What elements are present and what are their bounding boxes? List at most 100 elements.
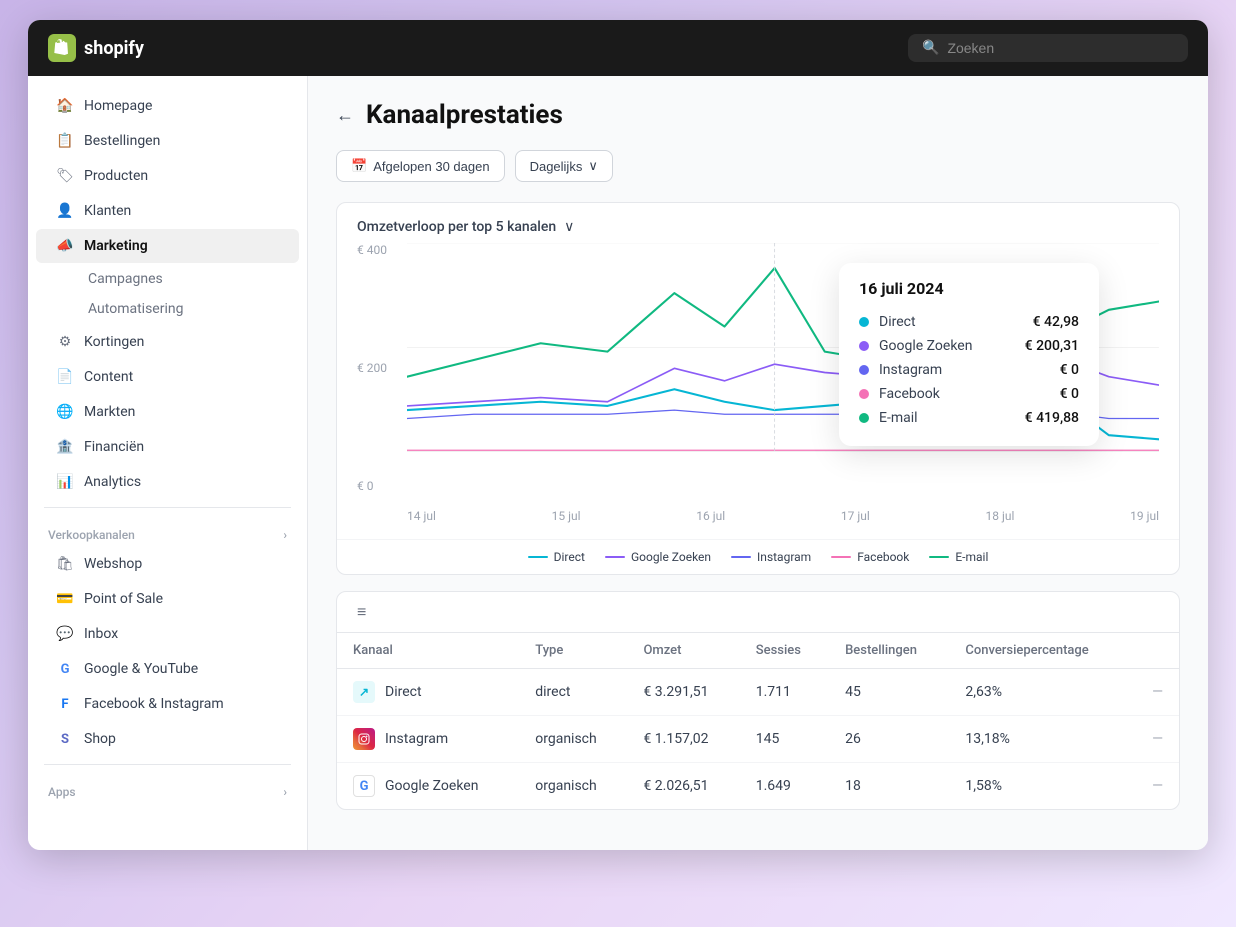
tooltip-label-google: Google Zoeken — [879, 338, 1015, 354]
apps-section: Apps › — [28, 773, 307, 803]
tooltip-dot-direct — [859, 317, 869, 327]
channel-name-direct: Direct — [385, 684, 422, 700]
conversie-instagram: 13,18% — [949, 716, 1129, 763]
chart-header[interactable]: Omzetverloop per top 5 kanalen ∨ — [337, 203, 1179, 243]
table-card: ≡ Kanaal Type Omzet Sessies Bestellingen… — [336, 591, 1180, 810]
sidebar-item-analytics[interactable]: 📊 Analytics — [36, 465, 299, 499]
google-channel-icon: G — [353, 775, 375, 797]
col-omzet: Omzet — [627, 633, 739, 669]
table-row: ↗ Direct direct € 3.291,51 1.711 45 2,63… — [337, 669, 1179, 716]
chart-legend: Direct Google Zoeken Instagram Facebook — [337, 539, 1179, 574]
sidebar-item-content[interactable]: 📄 Content — [36, 360, 299, 394]
tooltip-value-google: € 200,31 — [1025, 338, 1079, 354]
omzet-direct: € 3.291,51 — [627, 669, 739, 716]
tooltip-value-email: € 419,88 — [1025, 410, 1079, 426]
tooltip-label-facebook: Facebook — [879, 386, 1050, 402]
sidebar-item-campagnes[interactable]: Campagnes — [76, 265, 307, 293]
sidebar-item-pos[interactable]: 💳 Point of Sale — [36, 582, 299, 616]
sidebar-item-marketing[interactable]: 📣 Marketing — [36, 229, 299, 263]
sidebar-item-bestellingen[interactable]: 📋 Bestellingen — [36, 124, 299, 158]
x-label-15jul: 15 jul — [552, 509, 581, 523]
legend-label-instagram: Instagram — [757, 550, 811, 564]
search-bar[interactable]: 🔍 — [908, 34, 1188, 62]
divider-1 — [44, 507, 291, 508]
type-direct: direct — [519, 669, 627, 716]
sidebar-item-financien[interactable]: 🏦 Financiën — [36, 430, 299, 464]
sidebar-label-pos: Point of Sale — [84, 591, 163, 607]
legend-label-google: Google Zoeken — [631, 550, 711, 564]
sidebar-label-producten: Producten — [84, 168, 148, 184]
legend-dot-instagram — [731, 556, 751, 558]
facebook-icon: F — [56, 695, 74, 713]
marketing-icon: 📣 — [56, 237, 74, 255]
extra-google: — — [1129, 763, 1179, 810]
legend-facebook: Facebook — [831, 550, 909, 564]
bestellingen-instagram: 26 — [829, 716, 949, 763]
y-axis: € 400 € 200 € 0 — [357, 243, 387, 493]
legend-dot-direct — [528, 556, 548, 558]
page-header: ← Kanaalprestaties — [336, 100, 1180, 130]
sidebar-item-kortingen[interactable]: ⚙ Kortingen — [36, 325, 299, 359]
sidebar-item-inbox[interactable]: 💬 Inbox — [36, 617, 299, 651]
omzet-google: € 2.026,51 — [627, 763, 739, 810]
legend-label-direct: Direct — [554, 550, 585, 564]
tooltip-dot-email — [859, 413, 869, 423]
extra-direct: — — [1129, 669, 1179, 716]
sidebar-label-bestellingen: Bestellingen — [84, 133, 160, 149]
table-filter-row: ≡ — [337, 592, 1179, 633]
search-icon: 🔍 — [922, 40, 939, 56]
tooltip-row-direct: Direct € 42,98 — [859, 310, 1079, 334]
filter-icon[interactable]: ≡ — [357, 602, 366, 622]
search-input[interactable] — [947, 40, 1174, 56]
tooltip-row-email: E-mail € 419,88 — [859, 406, 1079, 430]
sidebar-label-klanten: Klanten — [84, 203, 131, 219]
sidebar-item-automatisering[interactable]: Automatisering — [76, 295, 307, 323]
sidebar-item-facebook[interactable]: F Facebook & Instagram — [36, 687, 299, 721]
x-label-19jul: 19 jul — [1130, 509, 1159, 523]
sidebar-label-shop: Shop — [84, 731, 116, 747]
legend-dot-email — [929, 556, 949, 558]
tooltip-dot-google — [859, 341, 869, 351]
x-label-17jul: 17 jul — [841, 509, 870, 523]
legend-email: E-mail — [929, 550, 988, 564]
channel-cell-google: G Google Zoeken — [337, 763, 519, 810]
header: shopify 🔍 — [28, 20, 1208, 76]
col-kanaal: Kanaal — [337, 633, 519, 669]
conversie-direct: 2,63% — [949, 669, 1129, 716]
interval-button[interactable]: Dagelijks ∨ — [515, 150, 613, 182]
tooltip-dot-instagram — [859, 365, 869, 375]
customers-icon: 👤 — [56, 202, 74, 220]
direct-channel-icon: ↗ — [353, 681, 375, 703]
chart-container: € 400 € 200 € 0 — [337, 243, 1179, 539]
sidebar-item-shop[interactable]: S Shop — [36, 722, 299, 756]
y-label-200: € 200 — [357, 361, 387, 375]
shop-icon: S — [56, 730, 74, 748]
sidebar-item-producten[interactable]: 🏷 Producten — [36, 159, 299, 193]
sidebar-item-webshop[interactable]: 🛍 Webshop — [36, 547, 299, 581]
content-icon: 📄 — [56, 368, 74, 386]
tooltip-value-direct: € 42,98 — [1033, 314, 1079, 330]
toolbar: 📅 Afgelopen 30 dagen Dagelijks ∨ — [336, 150, 1180, 182]
y-label-0: € 0 — [357, 479, 387, 493]
discounts-icon: ⚙ — [56, 333, 74, 351]
legend-direct: Direct — [528, 550, 585, 564]
sidebar-label-inbox: Inbox — [84, 626, 118, 642]
col-extra — [1129, 633, 1179, 669]
sidebar-label-webshop: Webshop — [84, 556, 142, 572]
tooltip-row-google: Google Zoeken € 200,31 — [859, 334, 1079, 358]
tooltip-row-instagram: Instagram € 0 — [859, 358, 1079, 382]
main-content: ← Kanaalprestaties 📅 Afgelopen 30 dagen … — [308, 76, 1208, 850]
back-button[interactable]: ← — [336, 105, 354, 126]
x-label-14jul: 14 jul — [407, 509, 436, 523]
sidebar-item-google[interactable]: G Google & YouTube — [36, 652, 299, 686]
sidebar-item-markten[interactable]: 🌐 Markten — [36, 395, 299, 429]
date-range-button[interactable]: 📅 Afgelopen 30 dagen — [336, 150, 505, 182]
chevron-down-icon: ∨ — [588, 158, 598, 174]
bestellingen-direct: 45 — [829, 669, 949, 716]
products-icon: 🏷 — [56, 167, 74, 185]
sidebar-item-homepage[interactable]: 🏠 Homepage — [36, 89, 299, 123]
omzet-instagram: € 1.157,02 — [627, 716, 739, 763]
col-sessies: Sessies — [740, 633, 829, 669]
sidebar-item-klanten[interactable]: 👤 Klanten — [36, 194, 299, 228]
tooltip-date: 16 juli 2024 — [859, 279, 1079, 298]
